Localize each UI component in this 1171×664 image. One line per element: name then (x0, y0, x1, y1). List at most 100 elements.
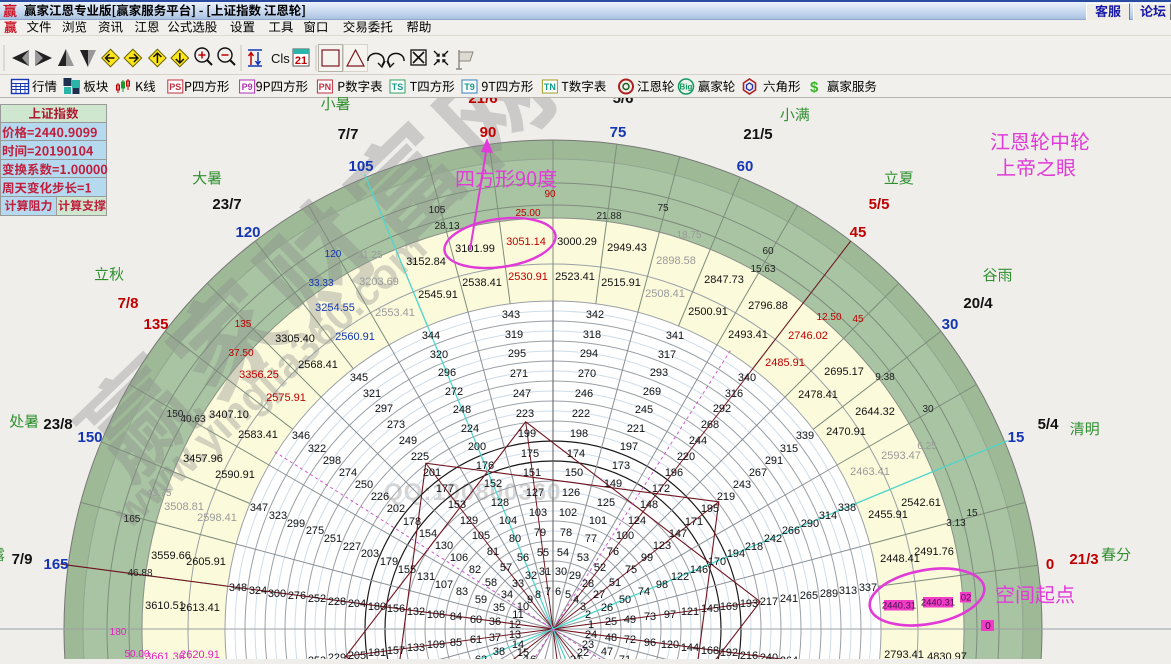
svg-text:289: 289 (820, 588, 838, 600)
svg-text:298: 298 (323, 455, 341, 467)
svg-text:2644.32: 2644.32 (855, 406, 895, 418)
svg-text:276: 276 (288, 590, 306, 602)
svg-text:99: 99 (641, 552, 653, 564)
svg-text:196: 196 (665, 467, 683, 479)
svg-text:43.75: 43.75 (146, 488, 171, 499)
svg-text:344: 344 (422, 330, 440, 342)
svg-text:30: 30 (942, 316, 959, 333)
svg-text:150: 150 (167, 409, 184, 420)
svg-text:7/8: 7/8 (118, 295, 139, 312)
svg-text:33: 33 (512, 578, 524, 590)
svg-text:Cls: Cls (271, 51, 290, 66)
svg-text:18.75: 18.75 (676, 230, 701, 241)
svg-text:346: 346 (292, 430, 310, 442)
svg-text:221: 221 (627, 423, 645, 435)
svg-text:75: 75 (657, 203, 669, 214)
svg-text:151: 151 (523, 467, 541, 479)
svg-text:179: 179 (380, 556, 398, 568)
svg-text:2898.58: 2898.58 (656, 255, 696, 267)
svg-text:107: 107 (435, 579, 453, 591)
svg-text:2620.91: 2620.91 (180, 649, 220, 659)
svg-text:82: 82 (469, 564, 481, 576)
svg-text:318: 318 (583, 329, 601, 341)
svg-text:144: 144 (681, 642, 699, 654)
svg-text:246: 246 (575, 388, 593, 400)
svg-text:108: 108 (427, 609, 445, 621)
svg-text:24: 24 (585, 629, 597, 641)
svg-text:297: 297 (375, 403, 393, 415)
svg-text:37.50: 37.50 (228, 348, 253, 359)
svg-text:105: 105 (472, 530, 490, 542)
svg-text:194: 194 (727, 548, 745, 560)
svg-text:2796.88: 2796.88 (748, 300, 788, 312)
svg-text:2523.41: 2523.41 (555, 271, 595, 283)
svg-text:2553.41: 2553.41 (375, 307, 415, 319)
svg-text:157: 157 (387, 645, 405, 657)
svg-text:219: 219 (717, 491, 735, 503)
svg-text:9.38: 9.38 (875, 372, 895, 383)
svg-text:2542.61: 2542.61 (901, 497, 941, 509)
svg-text:2545.91: 2545.91 (418, 289, 458, 301)
svg-text:103: 103 (529, 507, 547, 519)
svg-text:146: 146 (690, 564, 708, 576)
svg-text:2500.91: 2500.91 (688, 306, 728, 318)
svg-text:21: 21 (295, 55, 307, 67)
svg-text:7: 7 (545, 586, 551, 598)
svg-text:275: 275 (306, 525, 324, 537)
svg-text:227: 227 (343, 541, 361, 553)
svg-text:48: 48 (605, 632, 617, 644)
svg-text:20/4: 20/4 (963, 295, 993, 312)
svg-text:270: 270 (578, 368, 596, 380)
svg-text:267: 267 (749, 467, 767, 479)
svg-text:197: 197 (620, 441, 638, 453)
svg-text:343: 343 (502, 309, 520, 321)
svg-text:225: 225 (411, 451, 429, 463)
svg-text:4830.97: 4830.97 (927, 651, 967, 659)
svg-text:121: 121 (681, 606, 699, 618)
svg-text:28: 28 (582, 578, 594, 590)
svg-text:300: 300 (268, 588, 286, 600)
svg-text:199: 199 (518, 428, 536, 440)
svg-text:23/7: 23/7 (212, 196, 241, 213)
svg-text:338: 338 (838, 502, 856, 514)
svg-text:317: 317 (658, 349, 676, 361)
svg-text:292: 292 (713, 403, 731, 415)
svg-text:37: 37 (489, 632, 501, 644)
svg-text:Big: Big (680, 83, 693, 92)
svg-text:345: 345 (350, 372, 368, 384)
svg-text:21.88: 21.88 (596, 211, 621, 222)
svg-text:56: 56 (517, 552, 529, 564)
svg-text:2949.43: 2949.43 (607, 242, 647, 254)
svg-text:6.25: 6.25 (917, 441, 937, 452)
svg-text:26: 26 (601, 602, 613, 614)
svg-text:323: 323 (269, 510, 287, 522)
svg-text:120: 120 (235, 224, 260, 241)
svg-text:3203.69: 3203.69 (359, 276, 399, 288)
svg-text:153: 153 (448, 499, 466, 511)
svg-text:315: 315 (780, 443, 798, 455)
svg-text:34: 34 (501, 589, 513, 601)
svg-text:253: 253 (308, 655, 326, 659)
svg-text:90: 90 (544, 189, 556, 200)
svg-text:3661.36: 3661.36 (145, 651, 185, 659)
svg-text:100: 100 (616, 530, 634, 542)
svg-text:5/6: 5/6 (613, 98, 634, 107)
svg-text:3559.66: 3559.66 (151, 550, 191, 562)
svg-text:200: 200 (468, 441, 486, 453)
svg-text:241: 241 (780, 593, 798, 605)
svg-text:156: 156 (387, 603, 405, 615)
svg-text:49: 49 (624, 614, 636, 626)
svg-text:2793.41: 2793.41 (884, 649, 924, 659)
svg-text:193: 193 (740, 598, 758, 610)
svg-text:222: 222 (572, 408, 590, 420)
svg-text:296: 296 (438, 367, 456, 379)
svg-text:148: 148 (640, 499, 658, 511)
svg-text:3051.14: 3051.14 (506, 236, 546, 248)
svg-text:247: 247 (513, 388, 531, 400)
svg-text:313: 313 (839, 585, 857, 597)
svg-text:5/4: 5/4 (1038, 416, 1060, 433)
svg-text:21/6: 21/6 (468, 98, 497, 107)
svg-text:201: 201 (423, 467, 441, 479)
svg-text:176: 176 (476, 460, 494, 472)
svg-text:4: 4 (573, 594, 579, 606)
